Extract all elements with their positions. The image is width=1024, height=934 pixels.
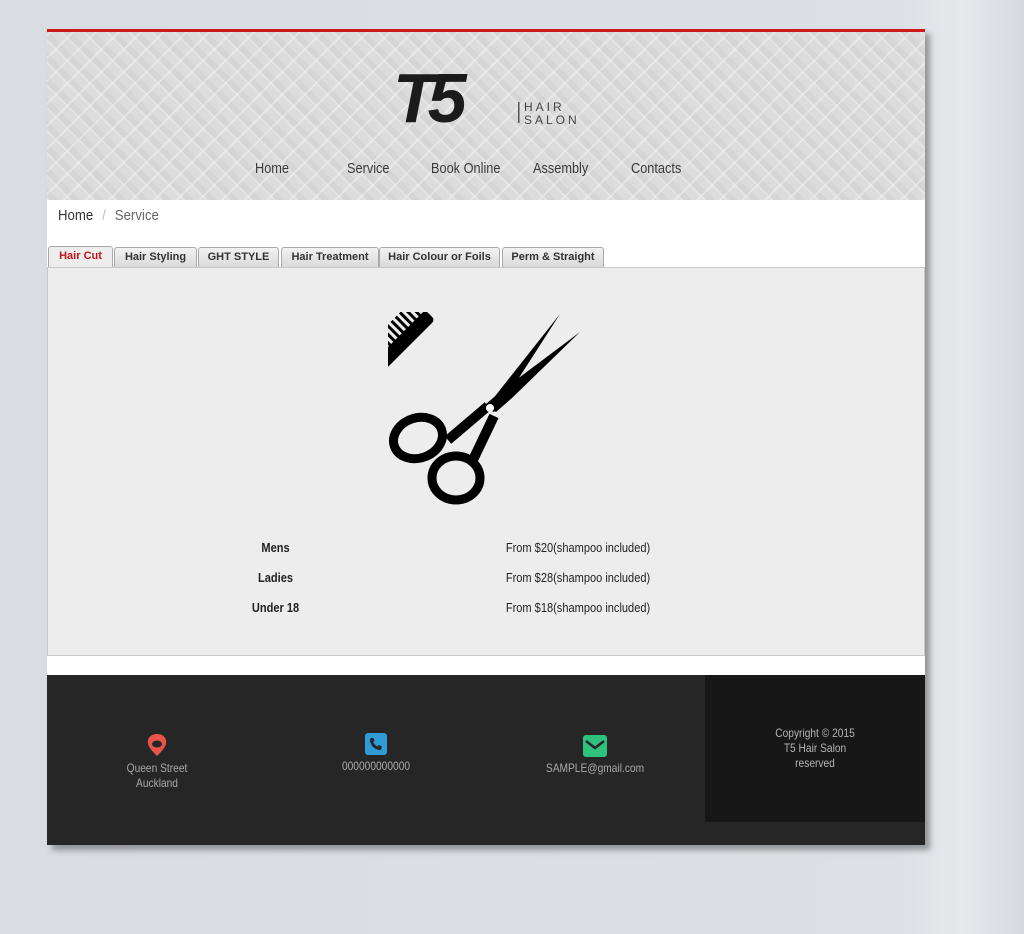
breadcrumb-home[interactable]: Home (58, 207, 93, 224)
logo-tagline-hair: HAIR (524, 100, 565, 114)
phone-number[interactable]: 000000000000 (325, 759, 427, 774)
site-footer: Queen Street Auckland 000000000000 SAMPL… (47, 675, 925, 845)
address-line-1: Queen Street (126, 761, 188, 775)
price-value: From $28(shampoo included) (505, 570, 651, 585)
price-name: Under 18 (251, 600, 300, 615)
footer-phone: 000000000000 (316, 733, 436, 774)
price-row-under-18: Under 18 From $18(shampoo included) (48, 600, 924, 630)
logo-mark: T5 (393, 60, 468, 130)
address-line-2: Auckland (136, 776, 178, 790)
footer-address: Queen Street Auckland (97, 733, 217, 791)
tab-perm-straight[interactable]: Perm & Straight (502, 247, 604, 267)
copyright-line-3: reserved (795, 756, 835, 770)
breadcrumb-separator: / (102, 207, 106, 224)
main-nav: Home Service Book Online Assembly Contac… (47, 160, 925, 184)
tab-hair-styling[interactable]: Hair Styling (114, 247, 197, 267)
email-address[interactable]: SAMPLE@gmail.com (544, 761, 646, 776)
service-tabs: Hair Cut Hair Styling GHT STYLE Hair Tre… (47, 246, 925, 268)
price-list: Mens From $20(shampoo included) Ladies F… (48, 540, 924, 630)
nav-assembly[interactable]: Assembly (533, 160, 588, 177)
t5-logo[interactable]: T5 HAIR SALON (391, 60, 591, 130)
phone-icon[interactable] (365, 733, 387, 755)
price-row-mens: Mens From $20(shampoo included) (48, 540, 924, 570)
tab-hair-treatment[interactable]: Hair Treatment (281, 247, 379, 267)
price-name: Ladies (257, 570, 294, 585)
tab-hair-cut[interactable]: Hair Cut (48, 246, 113, 268)
footer-email: SAMPLE@gmail.com (535, 735, 655, 776)
envelope-icon[interactable] (583, 735, 607, 757)
site-header: T5 HAIR SALON Home Service Book Online A… (47, 32, 925, 200)
copyright-line-1: Copyright © 2015 (775, 726, 855, 740)
tab-hair-colour[interactable]: Hair Colour or Foils (379, 247, 500, 267)
nav-home[interactable]: Home (255, 160, 289, 177)
footer-copyright: Copyright © 2015 T5 Hair Salon reserved (705, 675, 925, 822)
scissors-comb-icon (388, 312, 580, 505)
price-name: Mens (261, 540, 290, 555)
tab-panel-hair-cut: Mens From $20(shampoo included) Ladies F… (47, 267, 925, 656)
logo-tagline-salon: SALON (524, 113, 580, 127)
copyright-line-2: T5 Hair Salon (783, 741, 847, 755)
price-row-ladies: Ladies From $28(shampoo included) (48, 570, 924, 600)
breadcrumb: Home / Service (58, 207, 159, 224)
nav-service[interactable]: Service (347, 160, 390, 177)
nav-book-online[interactable]: Book Online (431, 160, 500, 177)
map-pin-icon (147, 734, 167, 756)
price-value: From $20(shampoo included) (505, 540, 651, 555)
tab-ght-style[interactable]: GHT STYLE (198, 247, 279, 267)
price-value: From $18(shampoo included) (505, 600, 651, 615)
nav-contacts[interactable]: Contacts (631, 160, 681, 177)
breadcrumb-current: Service (114, 207, 159, 224)
page-container: T5 HAIR SALON Home Service Book Online A… (47, 29, 925, 845)
